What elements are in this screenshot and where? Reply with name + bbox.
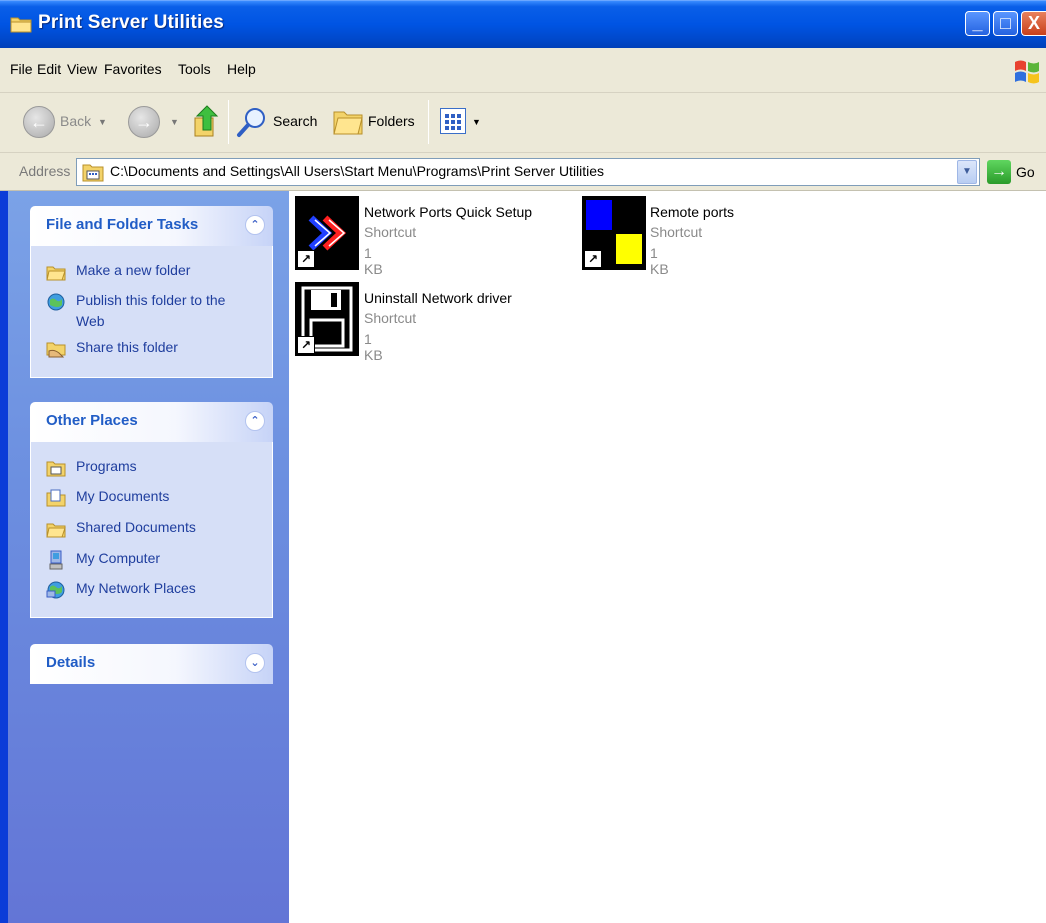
title-bar[interactable]: Print Server Utilities (0, 0, 1046, 48)
folders-icon[interactable] (332, 108, 364, 136)
shared-documents-link[interactable]: Shared Documents (76, 519, 196, 535)
collapse-icon[interactable]: ⌃ (245, 411, 265, 431)
folders-button[interactable]: Folders (368, 113, 415, 129)
programs-folder-icon (46, 461, 66, 477)
menu-bar: File Edit View Favorites Tools Help (0, 48, 1046, 93)
my-network-places-icon (46, 581, 65, 599)
expand-icon[interactable]: ⌄ (245, 653, 265, 673)
toolbar-separator (428, 100, 429, 144)
shortcut-arrow-icon: ↗ (297, 250, 315, 268)
forward-arrow-icon: → (135, 112, 153, 132)
menu-help[interactable]: Help (227, 61, 256, 77)
my-computer-icon (49, 550, 63, 570)
minimize-button[interactable]: _ (965, 11, 990, 36)
details-header[interactable]: Details ⌄ (30, 644, 273, 684)
programs-folder-icon (82, 164, 104, 182)
shortcut-arrow-icon: ↗ (297, 336, 315, 354)
views-dropdown-icon[interactable]: ▼ (472, 117, 481, 127)
close-icon: X (1027, 13, 1040, 33)
address-dropdown-button[interactable]: ▼ (957, 160, 977, 184)
file-type: Shortcut (364, 224, 417, 240)
file-type: Shortcut (364, 310, 417, 326)
file-name: Uninstall Network driver (364, 290, 512, 306)
programs-link[interactable]: Programs (76, 458, 137, 474)
new-folder-icon (46, 266, 66, 281)
windows-logo-icon (1015, 60, 1039, 84)
back-label[interactable]: Back (60, 113, 91, 129)
file-size: 1 KB (364, 245, 383, 277)
menu-file[interactable]: File (10, 61, 33, 77)
back-arrow-icon: ← (30, 112, 48, 132)
chevron-down-icon: ▼ (962, 166, 972, 177)
search-button[interactable]: Search (273, 113, 317, 129)
menu-edit[interactable]: Edit (37, 61, 61, 77)
publish-folder-link-cont[interactable]: Web (76, 313, 105, 329)
file-size: 1 KB (650, 245, 669, 277)
forward-dropdown-icon[interactable]: ▼ (170, 117, 179, 127)
other-places-title: Other Places (46, 412, 138, 429)
forward-button[interactable]: → (128, 106, 160, 138)
go-label[interactable]: Go (1016, 164, 1035, 180)
maximize-icon: □ (1000, 13, 1011, 33)
minimize-icon: _ (972, 13, 983, 33)
back-dropdown-icon[interactable]: ▼ (98, 117, 107, 127)
make-new-folder-link[interactable]: Make a new folder (76, 262, 190, 278)
shortcut-arrow-icon: ↗ (584, 250, 602, 268)
folder-icon (10, 17, 32, 33)
back-button[interactable]: ← (23, 106, 55, 138)
go-arrow-icon: → (991, 163, 1007, 180)
share-folder-link[interactable]: Share this folder (76, 339, 178, 355)
publish-web-icon (47, 293, 65, 311)
my-documents-link[interactable]: My Documents (76, 488, 169, 504)
search-icon[interactable] (236, 106, 268, 138)
views-button[interactable] (440, 108, 466, 134)
file-folder-tasks-header[interactable]: File and Folder Tasks ⌃ (30, 206, 273, 246)
window-title: Print Server Utilities (38, 12, 225, 33)
details-panel: Details ⌄ (30, 644, 273, 684)
up-folder-icon[interactable] (192, 104, 222, 138)
window-left-border (0, 191, 8, 923)
menu-tools[interactable]: Tools (178, 61, 211, 77)
address-path[interactable]: C:\Documents and Settings\All Users\Star… (110, 163, 604, 179)
go-button[interactable]: → (987, 160, 1011, 184)
toolbar-separator (228, 100, 229, 144)
file-folder-tasks-title: File and Folder Tasks (46, 216, 199, 233)
file-name: Network Ports Quick Setup (364, 204, 533, 220)
my-documents-icon (46, 489, 66, 507)
share-folder-icon (46, 342, 66, 358)
my-computer-link[interactable]: My Computer (76, 550, 160, 566)
publish-folder-link[interactable]: Publish this folder to the (76, 292, 225, 308)
my-network-places-link[interactable]: My Network Places (76, 580, 196, 596)
other-places-header[interactable]: Other Places ⌃ (30, 402, 273, 442)
file-type: Shortcut (650, 224, 703, 240)
menu-favorites[interactable]: Favorites (104, 61, 162, 77)
file-name: Remote ports (650, 204, 735, 220)
details-title: Details (46, 654, 96, 671)
close-button[interactable]: X (1021, 11, 1046, 36)
maximize-button[interactable]: □ (993, 11, 1018, 36)
address-label: Address (19, 163, 71, 179)
menu-view[interactable]: View (67, 61, 97, 77)
file-size: 1 KB (364, 331, 383, 363)
views-icon (445, 114, 461, 130)
shared-documents-icon (46, 523, 66, 538)
collapse-icon[interactable]: ⌃ (245, 215, 265, 235)
